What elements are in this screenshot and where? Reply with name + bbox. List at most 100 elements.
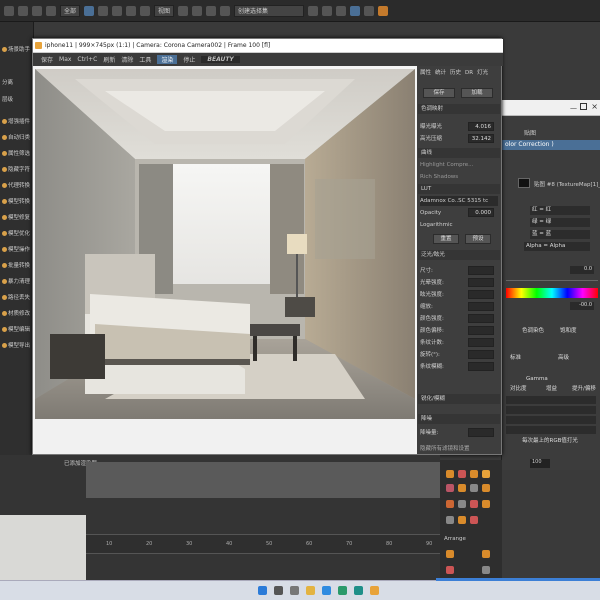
arrange-icon[interactable] bbox=[446, 566, 454, 574]
settings-footer[interactable]: 隐藏所有滤镜和设置 bbox=[420, 444, 498, 454]
3dsmax-icon[interactable] bbox=[354, 586, 363, 595]
sidebar-item[interactable]: 路径丢失 bbox=[2, 292, 33, 304]
denoise-field[interactable] bbox=[468, 428, 494, 437]
save-preset-button[interactable]: 保存 bbox=[423, 88, 455, 98]
tool-icon[interactable] bbox=[482, 500, 490, 508]
tab-lights[interactable]: 灯光 bbox=[477, 68, 488, 78]
section-sharpen-blur[interactable]: 锐化/模糊 bbox=[418, 394, 500, 404]
tools-button[interactable]: 工具 bbox=[139, 55, 151, 64]
advanced-radio[interactable]: 高级 bbox=[558, 353, 569, 361]
highlight-field[interactable]: 32.142 bbox=[468, 134, 494, 143]
select-region-icon[interactable] bbox=[98, 5, 109, 16]
render-icon[interactable] bbox=[378, 5, 389, 16]
minimize-icon[interactable]: — bbox=[570, 104, 577, 112]
tool-icon[interactable] bbox=[482, 484, 490, 492]
tool-icon[interactable] bbox=[458, 516, 466, 524]
scale-icon[interactable] bbox=[140, 5, 151, 16]
link-icon[interactable] bbox=[32, 5, 42, 16]
render-button[interactable]: 渲染 bbox=[157, 55, 178, 64]
browser-icon[interactable] bbox=[322, 586, 331, 595]
stop-button[interactable]: 停止 bbox=[183, 55, 195, 64]
corona-icon[interactable] bbox=[370, 586, 379, 595]
file-explorer-icon[interactable] bbox=[306, 586, 315, 595]
streak-count-field[interactable] bbox=[468, 338, 494, 347]
tool-icon[interactable] bbox=[470, 484, 478, 492]
size-field[interactable] bbox=[468, 266, 494, 275]
sidebar-item[interactable]: 材质修改 bbox=[2, 308, 33, 320]
snap-icon[interactable] bbox=[192, 5, 203, 16]
exposure-field[interactable]: 4.016 bbox=[468, 122, 494, 131]
sidebar-item[interactable]: 模型导出 bbox=[2, 340, 33, 352]
streak-blur-field[interactable] bbox=[468, 362, 494, 371]
sidebar-item[interactable]: 模型操作 bbox=[2, 244, 33, 256]
pivot-icon[interactable] bbox=[178, 5, 189, 16]
load-preset-button[interactable]: 加载 bbox=[461, 88, 493, 98]
sidebar-item[interactable]: 属性筛选 bbox=[2, 148, 33, 160]
section-bloom-glare[interactable]: 泛光/眩光 bbox=[418, 250, 500, 260]
material-editor-icon[interactable] bbox=[350, 5, 361, 16]
channel-dropdown[interactable]: BEAUTY bbox=[201, 56, 240, 63]
section-denoise[interactable]: 降噪 bbox=[418, 414, 500, 424]
selection-set-dropdown[interactable]: 创建选择集 bbox=[234, 4, 305, 17]
bloom-strength-field[interactable] bbox=[468, 278, 494, 287]
task-view-icon[interactable] bbox=[290, 586, 299, 595]
arrange-icon[interactable] bbox=[446, 550, 454, 558]
tab-map[interactable]: 贴图 bbox=[524, 128, 536, 137]
close-icon[interactable]: × bbox=[591, 102, 598, 111]
alpha-channel-select[interactable]: Alpha = Alpha bbox=[524, 242, 590, 251]
color-intensity-field[interactable] bbox=[468, 314, 494, 323]
red-channel-select[interactable]: 红 = 红 bbox=[530, 206, 590, 215]
section-tone-mapping[interactable]: 色调映射 bbox=[418, 104, 500, 114]
time-slider[interactable]: 10 20 30 40 50 60 70 80 90 bbox=[86, 534, 440, 554]
filter-dropdown[interactable]: 全部 bbox=[60, 4, 81, 17]
rotate-icon[interactable] bbox=[126, 5, 137, 16]
tool-icon[interactable] bbox=[470, 516, 478, 524]
sidebar-item[interactable]: 模型修复 bbox=[2, 212, 33, 224]
section-lut[interactable]: LUT bbox=[418, 184, 500, 194]
scale-field[interactable] bbox=[468, 302, 494, 311]
save-button[interactable]: 保存 bbox=[41, 55, 53, 64]
sidebar-item[interactable]: 增强插件 bbox=[2, 116, 33, 128]
refresh-button[interactable]: 刷新 bbox=[103, 55, 115, 64]
render-viewport[interactable] bbox=[35, 69, 415, 419]
arrange-icon[interactable] bbox=[482, 550, 490, 558]
tool-icon[interactable] bbox=[458, 484, 466, 492]
start-icon[interactable] bbox=[258, 586, 267, 595]
color-shift-field[interactable] bbox=[468, 326, 494, 335]
frame-field[interactable]: 100 bbox=[530, 459, 550, 468]
redo-icon[interactable] bbox=[18, 5, 28, 16]
sidebar-item[interactable]: 自动归类 bbox=[2, 132, 33, 144]
clear-button[interactable]: 清除 bbox=[121, 55, 133, 64]
select-icon[interactable] bbox=[84, 5, 95, 16]
sidebar-item[interactable]: 模型优化 bbox=[2, 228, 33, 240]
tool-icon[interactable] bbox=[470, 500, 478, 508]
render-setup-icon[interactable] bbox=[364, 5, 375, 16]
sidebar-item[interactable]: 批量转换 bbox=[2, 260, 33, 272]
tool-icon[interactable] bbox=[458, 500, 466, 508]
sidebar-item[interactable]: 模型转换 bbox=[2, 196, 33, 208]
tool-icon[interactable] bbox=[470, 470, 478, 478]
tab-history[interactable]: 历史 bbox=[450, 68, 461, 78]
mirror-icon[interactable] bbox=[308, 5, 319, 16]
rotation-field[interactable] bbox=[468, 350, 494, 359]
value-field[interactable]: -00.0 bbox=[570, 302, 594, 310]
section-curve[interactable]: 曲线 bbox=[418, 148, 500, 158]
tool-icon[interactable] bbox=[446, 484, 454, 492]
value-field[interactable]: 0.0 bbox=[570, 266, 594, 274]
angle-snap-icon[interactable] bbox=[206, 5, 217, 16]
unlink-icon[interactable] bbox=[46, 5, 56, 16]
copy-button[interactable]: Ctrl+C bbox=[77, 56, 97, 63]
preset-button[interactable]: 预设 bbox=[465, 234, 491, 244]
tool-icon[interactable] bbox=[446, 516, 454, 524]
undo-icon[interactable] bbox=[4, 5, 14, 16]
sidebar-item[interactable]: 隐藏字符 bbox=[2, 164, 33, 176]
keyframe-track[interactable] bbox=[86, 462, 440, 498]
sidebar-item[interactable]: 层级 bbox=[2, 94, 33, 106]
logarithmic-checkbox[interactable]: Logarithmic bbox=[420, 220, 498, 230]
app-icon[interactable] bbox=[338, 586, 347, 595]
percent-snap-icon[interactable] bbox=[220, 5, 231, 16]
sidebar-item[interactable]: 暴力清理 bbox=[2, 276, 33, 288]
tool-icon[interactable] bbox=[482, 470, 490, 478]
sidebar-item[interactable]: 代理转换 bbox=[2, 180, 33, 192]
standard-radio[interactable]: 标准 bbox=[510, 353, 521, 361]
